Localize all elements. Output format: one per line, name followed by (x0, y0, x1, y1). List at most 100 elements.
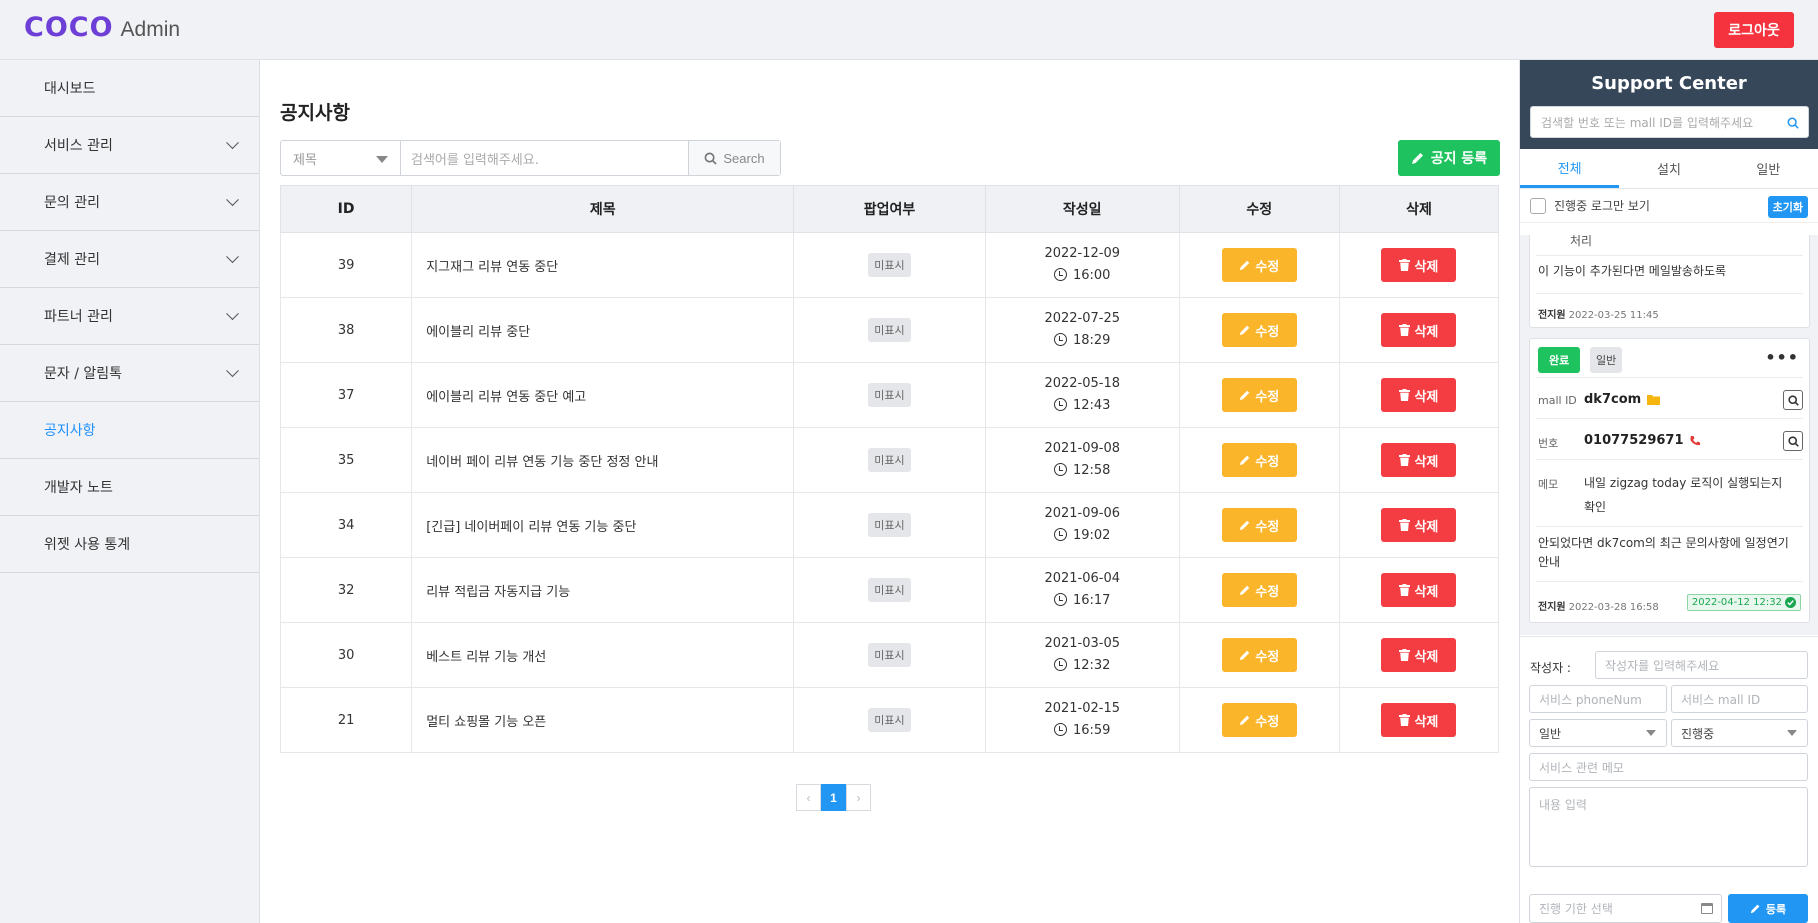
caret-down-icon (1787, 730, 1797, 736)
logout-button[interactable]: 로그아웃 (1714, 12, 1794, 48)
popup-badge: 미표시 (868, 643, 911, 667)
tab-install[interactable]: 설치 (1619, 149, 1718, 188)
edit-button[interactable]: 수정 (1221, 248, 1297, 282)
memo-input[interactable]: 서비스 관련 메모 (1529, 753, 1808, 781)
phone-icon[interactable] (1689, 435, 1701, 447)
sidebar-item-label: 파트너 관리 (44, 309, 113, 325)
time-text: 19:02 (1072, 528, 1111, 543)
phone-input[interactable]: 서비스 phoneNum (1529, 685, 1667, 713)
cell-popup: 미표시 (793, 232, 986, 298)
search-input[interactable]: 검색어를 입력해주세요. (401, 141, 689, 175)
edit-button[interactable]: 수정 (1221, 638, 1297, 672)
mall-id-text: dk7com (1584, 392, 1642, 407)
cell-title[interactable]: 지그재그 리뷰 연동 중단 (411, 232, 795, 298)
delete-label: 삭제 (1414, 584, 1439, 600)
edit-button[interactable]: 수정 (1221, 508, 1297, 542)
cell-edit: 수정 (1178, 232, 1340, 298)
cell-title[interactable]: 에이블리 리뷰 연동 중단 예고 (411, 362, 795, 428)
trash-icon (1399, 714, 1411, 726)
delete-button[interactable]: 삭제 (1381, 313, 1457, 347)
cell-date: 2021-03-05 12:32 (984, 622, 1180, 688)
log-meta: 전지원 2022-03-28 16:58 (1538, 598, 1659, 613)
sidebar-item[interactable]: 서비스 관리 (0, 117, 259, 174)
sidebar-item[interactable]: 문의 관리 (0, 174, 259, 231)
trash-icon (1399, 584, 1411, 596)
delete-button[interactable]: 삭제 (1381, 703, 1457, 737)
phone-search-button[interactable] (1783, 431, 1803, 451)
edit-button[interactable]: 수정 (1221, 313, 1297, 347)
support-search-input[interactable]: 검색할 번호 또는 mall ID를 입력해주세요 (1530, 106, 1809, 138)
date-text: 2021-02-15 (1044, 701, 1120, 716)
add-notice-button[interactable]: 공지 등록 (1398, 140, 1500, 176)
pencil-icon (1240, 585, 1250, 596)
edit-button[interactable]: 수정 (1221, 443, 1297, 477)
table-row: 34 [긴급] 네이버페이 리뷰 연동 기능 중단 미표시 2021-09-06 19:… (279, 492, 1500, 558)
delete-button[interactable]: 삭제 (1381, 248, 1457, 282)
folder-icon[interactable] (1647, 394, 1661, 405)
logo[interactable]: COCO Admin (24, 12, 180, 43)
table-row: 30 베스트 리뷰 기능 개선 미표시 2021-03-05 12:32 수정 삭제 (279, 622, 1500, 688)
edit-label: 수정 (1255, 714, 1280, 730)
divider (1536, 526, 1803, 527)
edit-button[interactable]: 수정 (1221, 703, 1297, 737)
sidebar-item-label: 결제 관리 (44, 252, 100, 268)
column-header: 팝업여부 (793, 185, 986, 233)
delete-button[interactable]: 삭제 (1381, 378, 1457, 412)
search-bar: 제목 검색어를 입력해주세요. Search (280, 140, 781, 176)
pagination-next-button[interactable]: › (846, 784, 871, 811)
tab-all[interactable]: 전체 (1520, 149, 1620, 188)
content-textarea[interactable]: 내용 입력 (1529, 787, 1808, 867)
cell-edit: 수정 (1178, 427, 1340, 493)
sidebar-item[interactable]: 결제 관리 (0, 231, 259, 288)
support-log-feed[interactable]: 처리 이 기능이 추가된다면 메일발송하도록 전지원 2022-03-25 11:… (1520, 235, 1818, 635)
date-text: 2021-09-08 (1044, 441, 1120, 456)
time-line: 18:29 (986, 330, 1179, 352)
cell-title[interactable]: 네이버 페이 리뷰 연동 기능 중단 정정 안내 (411, 427, 795, 493)
time-line: 16:17 (986, 590, 1179, 612)
sidebar-item[interactable]: 공지사항 (0, 402, 259, 459)
clock-icon (1053, 268, 1067, 281)
edit-button[interactable]: 수정 (1221, 573, 1297, 607)
cell-title[interactable]: 에이블리 리뷰 중단 (411, 297, 795, 363)
deadline-input[interactable]: 진행 기한 선택 (1529, 894, 1722, 923)
edit-label: 수정 (1255, 519, 1280, 535)
status-select[interactable]: 진행중 (1671, 719, 1808, 747)
sidebar-item[interactable]: 개발자 노트 (0, 459, 259, 516)
edit-button[interactable]: 수정 (1221, 378, 1297, 412)
search-field-select[interactable]: 제목 (281, 141, 401, 175)
popup-badge: 미표시 (868, 708, 911, 732)
calendar-icon[interactable] (1701, 903, 1713, 914)
submit-log-button[interactable]: 등록 (1728, 894, 1808, 923)
in-progress-only-checkbox[interactable] (1530, 197, 1546, 214)
delete-label: 삭제 (1414, 519, 1439, 535)
pagination-prev-button[interactable]: ‹ (796, 784, 821, 811)
mall-id-input[interactable]: 서비스 mall ID (1671, 685, 1808, 713)
mall-search-button[interactable] (1783, 390, 1803, 410)
date-text: 2022-05-18 (1044, 376, 1120, 391)
trash-icon (1399, 324, 1411, 336)
cell-title[interactable]: 멀티 쇼핑몰 기능 오픈 (411, 687, 795, 753)
delete-button[interactable]: 삭제 (1381, 508, 1457, 542)
pagination-page-1[interactable]: 1 (821, 784, 846, 811)
delete-button[interactable]: 삭제 (1381, 443, 1457, 477)
sidebar-item[interactable]: 문자 / 알림톡 (0, 345, 259, 402)
category-select[interactable]: 일반 (1529, 719, 1667, 747)
sidebar-item[interactable]: 위젯 사용 통계 (0, 516, 259, 573)
tab-general[interactable]: 일반 (1719, 149, 1818, 188)
cell-date: 2022-05-18 12:43 (984, 362, 1180, 428)
sidebar-item-label: 문의 관리 (44, 195, 100, 211)
cell-title[interactable]: 베스트 리뷰 기능 개선 (411, 622, 795, 688)
search-button[interactable]: Search (689, 141, 780, 175)
cell-title[interactable]: 리뷰 적립금 자동지급 기능 (411, 557, 795, 623)
search-icon[interactable] (1787, 117, 1799, 129)
more-options-icon[interactable]: ••• (1765, 348, 1799, 367)
time-text: 12:43 (1072, 398, 1111, 413)
sidebar-item[interactable]: 대시보드 (0, 60, 259, 117)
author-input[interactable]: 작성자를 입력해주세요 (1595, 651, 1808, 679)
table-row: 32 리뷰 적립금 자동지급 기능 미표시 2021-06-04 16:17 수정 삭제 (279, 557, 1500, 623)
delete-button[interactable]: 삭제 (1381, 573, 1457, 607)
reset-button[interactable]: 초기화 (1767, 196, 1808, 218)
delete-button[interactable]: 삭제 (1381, 638, 1457, 672)
cell-title[interactable]: [긴급] 네이버페이 리뷰 연동 기능 중단 (411, 492, 795, 558)
sidebar-item[interactable]: 파트너 관리 (0, 288, 259, 345)
